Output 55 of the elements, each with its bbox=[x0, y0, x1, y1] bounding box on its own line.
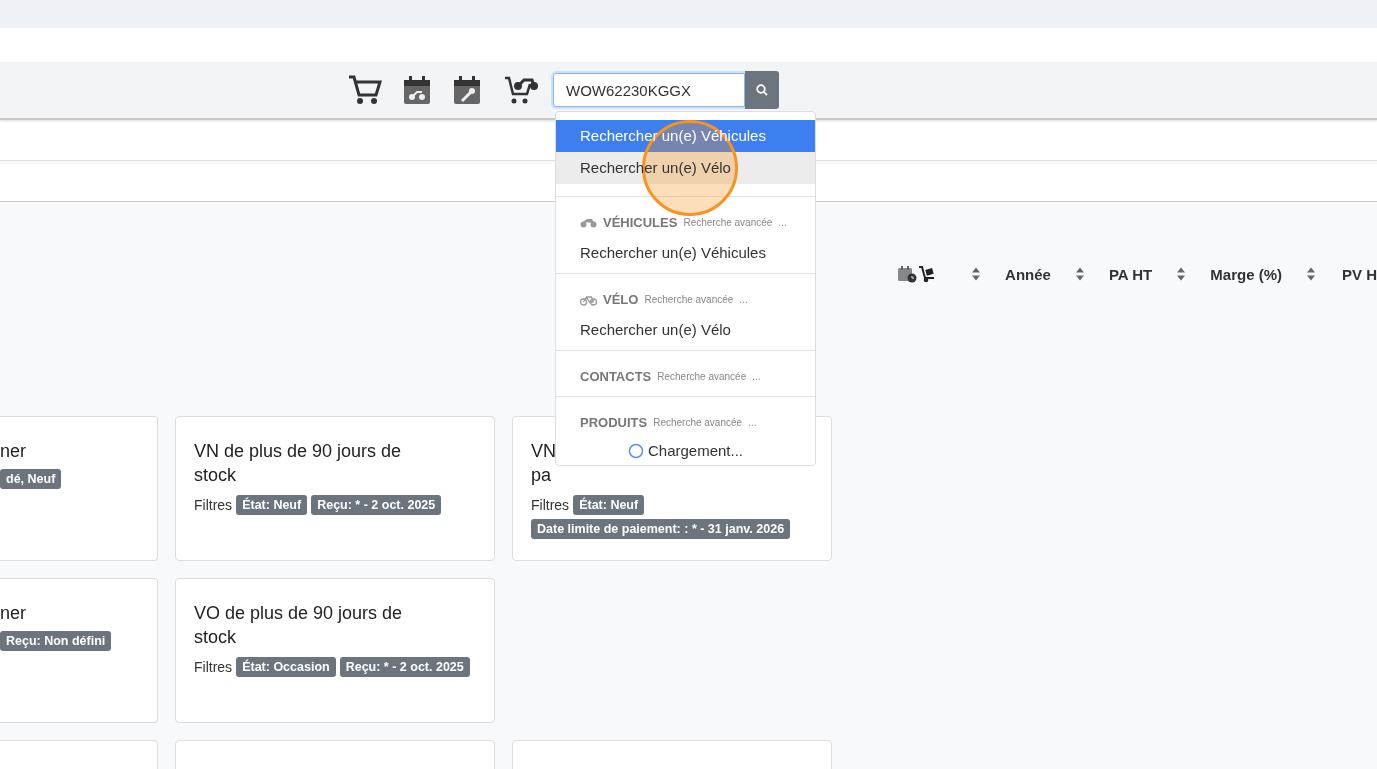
sort-icon[interactable] bbox=[1074, 266, 1085, 282]
filter-card[interactable]: ner dé, Neuf bbox=[0, 416, 158, 561]
filter-badge: État: Neuf bbox=[573, 495, 645, 515]
card-title: VO de plus de 90 jours de stock bbox=[194, 602, 403, 649]
filter-card[interactable]: ner Reçu: Non défini bbox=[0, 578, 158, 723]
card-title: VN de plus de 90 jours de stock bbox=[194, 440, 402, 487]
column-header[interactable]: Marge (%) bbox=[1210, 265, 1282, 283]
column-header[interactable]: Année bbox=[1005, 265, 1051, 283]
search-field[interactable]: WOW62230KGGX bbox=[553, 73, 745, 107]
section-title: VÉHICULES bbox=[603, 215, 678, 230]
calendar-clock-icon bbox=[898, 265, 918, 283]
filters-label: Filtres bbox=[194, 497, 233, 513]
advanced-search-link[interactable]: Recherche avancée bbox=[657, 371, 747, 382]
advanced-search-link[interactable]: Recherche avancée bbox=[653, 417, 743, 428]
card-title: VN pa bbox=[531, 440, 556, 487]
filters-label: Filtres bbox=[194, 659, 233, 675]
dropdown-item[interactable]: Rechercher un(e) Vélo bbox=[580, 321, 791, 338]
more-link[interactable]: ... bbox=[752, 371, 761, 382]
more-link[interactable]: ... bbox=[748, 417, 757, 428]
advanced-search-link[interactable]: Recherche avancée bbox=[683, 217, 773, 228]
column-header[interactable]: PA HT bbox=[1108, 265, 1153, 283]
section-title: PRODUITS bbox=[580, 415, 648, 430]
search-button[interactable] bbox=[745, 71, 779, 109]
filter-card[interactable]: VO de plus de 90 jours de stock Filtres État: Occasion Reçu: * - 2 oct. 2025 bbox=[175, 578, 495, 723]
more-link[interactable]: ... bbox=[739, 294, 748, 305]
sort-icon[interactable] bbox=[1176, 266, 1187, 282]
calendar-motorcycle-icon[interactable] bbox=[404, 76, 430, 104]
filter-badge: dé, Neuf bbox=[0, 469, 62, 489]
filter-badge: État: Occasion bbox=[236, 657, 336, 677]
filters-label: Filtres bbox=[531, 497, 570, 513]
motorcycle-icon bbox=[580, 217, 597, 228]
column-header[interactable]: PV H bbox=[1342, 265, 1377, 283]
sort-icon[interactable] bbox=[971, 266, 982, 282]
loading-text: Chargement... bbox=[647, 442, 743, 459]
filter-card[interactable]: VN de plus de 90 jours de stock Filtres État: Neuf Reçu: * - 2 oct. 2025 bbox=[175, 416, 495, 561]
advanced-search-link[interactable]: Recherche avancée bbox=[644, 294, 734, 305]
card-title: ner bbox=[0, 602, 26, 625]
filter-badge: Reçu: Non défini bbox=[0, 631, 112, 651]
hand-truck-icon bbox=[918, 265, 936, 283]
spinner-icon bbox=[627, 442, 644, 459]
filter-badge: Reçu: * - 2 oct. 2025 bbox=[311, 495, 442, 515]
search-icon bbox=[756, 84, 768, 96]
card-title: ner bbox=[0, 440, 26, 463]
section-title: CONTACTS bbox=[580, 369, 652, 384]
calendar-wrench-icon[interactable] bbox=[454, 76, 480, 104]
filter-badge: État: Neuf bbox=[236, 495, 308, 515]
cart-icon[interactable] bbox=[348, 74, 382, 106]
cart-motorcycle-icon[interactable] bbox=[504, 75, 540, 105]
filter-badge: Date limite de paiement: : * - 31 janv. 2026 bbox=[531, 519, 791, 539]
bicycle-icon bbox=[580, 293, 597, 306]
section-title: VÉLO bbox=[603, 292, 639, 307]
more-link[interactable]: ... bbox=[778, 217, 787, 228]
sort-icon[interactable] bbox=[1306, 266, 1316, 282]
dropdown-item[interactable]: Rechercher un(e) Véhicules bbox=[580, 244, 791, 261]
filter-badge: Reçu: * - 2 oct. 2025 bbox=[339, 657, 470, 677]
